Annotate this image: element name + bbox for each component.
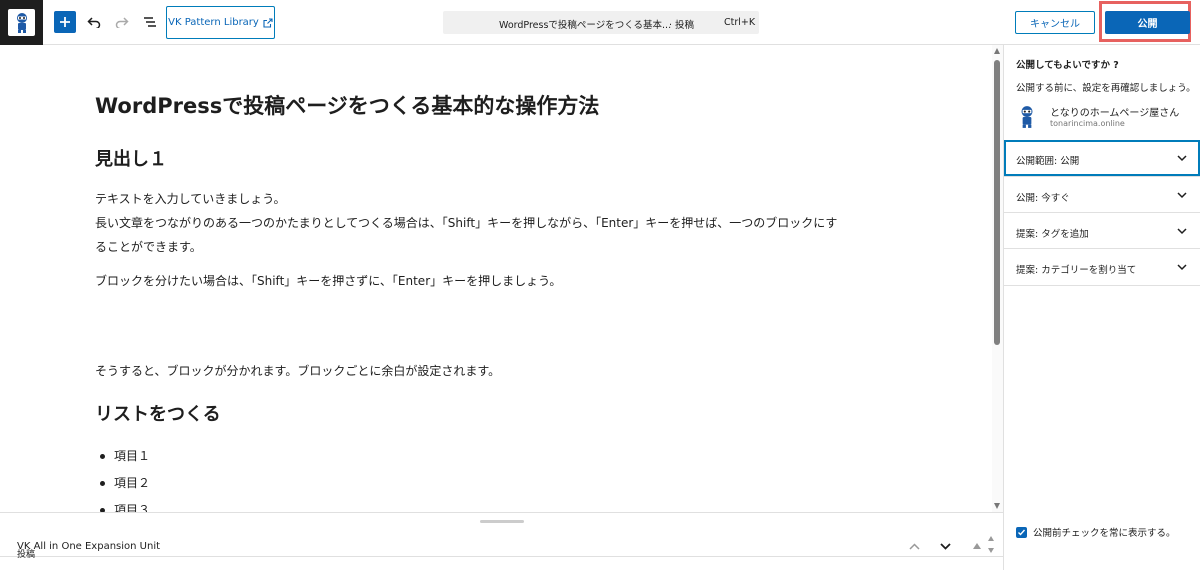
external-link-icon [263, 17, 273, 28]
heading-block-1[interactable]: 見出し１ [95, 145, 167, 171]
undo-button[interactable] [83, 11, 105, 33]
site-logo-icon [8, 9, 35, 36]
chevron-down-icon [1177, 228, 1187, 235]
site-logo-button[interactable] [0, 0, 43, 45]
paragraph-line: ることができます。 [95, 240, 202, 254]
publish-button[interactable]: 公開 [1105, 11, 1190, 34]
paragraph-line: テキストを入力していきましょう。 [95, 192, 286, 206]
editor-canvas: WordPressで投稿ページをつくる基本的な操作方法 見出し１ テキストを入力… [0, 45, 1003, 512]
toggle-panel-button[interactable] [968, 538, 986, 554]
redo-icon [115, 17, 129, 28]
move-down-button[interactable] [936, 538, 954, 554]
pre-publish-panel: 公開してもよいですか ? 公開する前に、設定を再確認しましょう。 となりのホーム… [1003, 45, 1200, 570]
footer-divider [0, 556, 1003, 557]
list-item[interactable]: 項目３ [98, 497, 150, 512]
plus-icon [60, 17, 70, 27]
chevron-down-icon [1177, 155, 1187, 162]
panel-label: 提案: タグを追加 [1016, 229, 1089, 240]
paragraph-block-2[interactable]: ブロックを分けたい場合は、「Shift」キーを押さずに、「Enter」キーを押し… [95, 269, 895, 293]
panel-label: 公開: 今すぐ [1016, 193, 1070, 204]
list-block[interactable]: 項目１ 項目２ 項目３ [98, 443, 150, 512]
panel-publish-date[interactable]: 公開: 今すぐ [1004, 176, 1200, 212]
command-document-title: WordPressで投稿ページをつくる基本... [499, 20, 672, 31]
list-view-button[interactable] [139, 11, 161, 33]
paragraph-line: 長い文章をつながりのある一つのかたまりとしてつくる場合は、「Shift」キーを押… [95, 216, 838, 230]
list-item[interactable]: 項目２ [98, 470, 150, 497]
chevron-down-icon [1177, 264, 1187, 271]
panel-visibility[interactable]: 公開範囲: 公開 [1004, 140, 1200, 176]
redo-button[interactable] [111, 11, 133, 33]
cancel-button[interactable]: キャンセル [1015, 11, 1095, 34]
site-icon [1017, 105, 1037, 129]
chevron-down-icon [939, 542, 951, 550]
scroll-up-arrow-icon[interactable] [994, 48, 1000, 54]
editor-scrollbar[interactable] [992, 45, 1003, 512]
heading-block-2[interactable]: リストをつくる [95, 400, 221, 426]
vk-pattern-library-label: VK Pattern Library [168, 17, 259, 28]
list-view-icon [144, 17, 156, 27]
panel-divider [1004, 285, 1200, 286]
triangle-up-icon [973, 543, 981, 549]
sidebar-scroll-down-icon[interactable] [988, 548, 994, 553]
command-document-type: · 投稿 [669, 20, 695, 31]
sidebar-scroll-up-icon[interactable] [988, 536, 994, 541]
site-url: tonarincima.online [1050, 119, 1125, 128]
pre-publish-checkbox-row[interactable]: 公開前チェックを常に表示する。 [1016, 525, 1176, 539]
pre-publish-question: 公開してもよいですか ? [1016, 60, 1119, 71]
pre-publish-checkbox-label: 公開前チェックを常に表示する。 [1033, 528, 1176, 539]
move-up-button[interactable] [905, 538, 923, 554]
panel-suggest-category[interactable]: 提案: カテゴリーを割り当て [1004, 248, 1200, 284]
panel-label: 提案: カテゴリーを割り当て [1016, 265, 1137, 276]
list-item[interactable]: 項目１ [98, 443, 150, 470]
paragraph-block-1[interactable]: テキストを入力していきましょう。 長い文章をつながりのある一つのかたまりとしてつ… [95, 187, 895, 259]
site-name: となりのホームページ屋さん [1050, 108, 1180, 119]
scroll-down-arrow-icon[interactable] [994, 503, 1000, 509]
undo-icon [87, 17, 101, 28]
pre-publish-note: 公開する前に、設定を再確認しましょう。 [1016, 83, 1196, 94]
chevron-down-icon [1177, 192, 1187, 199]
metabox-title[interactable]: VK All in One Expansion Unit [17, 541, 160, 552]
panel-suggest-tags[interactable]: 提案: タグを追加 [1004, 212, 1200, 248]
pre-publish-checkbox[interactable] [1016, 526, 1027, 538]
editor-header: VK Pattern Library WordPressで投稿ページをつくる基本… [0, 0, 1200, 45]
command-palette-bar[interactable]: WordPressで投稿ページをつくる基本... · 投稿 Ctrl+K [443, 11, 759, 34]
checkmark-icon [1018, 529, 1026, 536]
panel-label: 公開範囲: 公開 [1016, 156, 1080, 167]
breadcrumb[interactable]: 投稿 [17, 547, 35, 560]
metabox-area: VK All in One Expansion Unit [0, 512, 1003, 570]
resize-handle[interactable] [480, 520, 524, 523]
post-title[interactable]: WordPressで投稿ページをつくる基本的な操作方法 [95, 90, 599, 120]
scroll-thumb[interactable] [994, 60, 1000, 345]
paragraph-block-3[interactable]: そうすると、ブロックが分かれます。ブロックごとに余白が設定されます。 [95, 359, 895, 383]
vk-pattern-library-button[interactable]: VK Pattern Library [166, 6, 275, 39]
command-shortcut: Ctrl+K [724, 17, 756, 28]
add-block-button[interactable] [54, 11, 76, 33]
chevron-up-icon [908, 542, 920, 550]
